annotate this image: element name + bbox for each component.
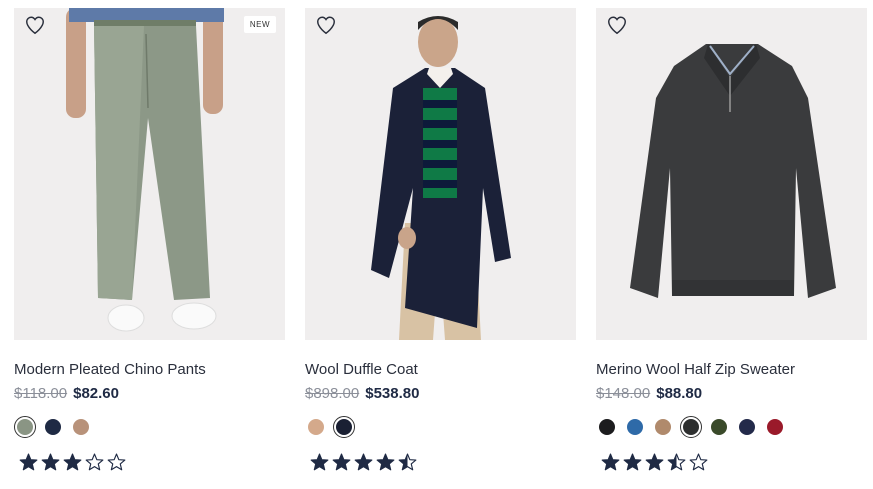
swatch-color (711, 419, 727, 435)
color-swatch[interactable] (596, 416, 618, 438)
star-rating (18, 452, 285, 472)
sale-price: $88.80 (656, 385, 703, 402)
color-swatches (305, 416, 576, 438)
swatch-color (599, 419, 615, 435)
product-image[interactable]: NEW (14, 8, 285, 340)
product-name[interactable]: Modern Pleated Chino Pants (14, 361, 285, 378)
sale-price: $538.80 (365, 385, 420, 402)
sale-price: $82.60 (73, 385, 119, 402)
swatch-color (336, 419, 352, 435)
star-icon (19, 453, 38, 471)
heart-outline-icon[interactable] (315, 14, 337, 36)
price-row: $118.00 $82.60 (14, 385, 285, 402)
star-icon (310, 453, 329, 471)
product-grid: NEW Modern Pleated Chino Pants $118.00 $8… (0, 0, 873, 489)
color-swatch[interactable] (333, 416, 355, 438)
star-icon (354, 453, 373, 471)
swatch-color (683, 419, 699, 435)
color-swatches (596, 416, 867, 438)
star-rating (600, 452, 867, 472)
star-icon (398, 453, 417, 471)
product-card[interactable]: Merino Wool Half Zip Sweater $148.00 $88.… (596, 8, 867, 472)
star-icon (85, 453, 104, 471)
swatch-color (17, 419, 33, 435)
swatch-color (627, 419, 643, 435)
swatch-color (739, 419, 755, 435)
sweater-image (596, 8, 867, 340)
swatch-color (655, 419, 671, 435)
original-price: $148.00 (596, 385, 651, 402)
star-icon (376, 453, 395, 471)
star-icon (107, 453, 126, 471)
color-swatch[interactable] (14, 416, 36, 438)
product-image[interactable] (596, 8, 867, 340)
star-icon (41, 453, 60, 471)
price-row: $898.00 $538.80 (305, 385, 576, 402)
original-price: $118.00 (14, 385, 68, 402)
product-name[interactable]: Wool Duffle Coat (305, 361, 576, 378)
product-name[interactable]: Merino Wool Half Zip Sweater (596, 361, 867, 378)
swatch-color (73, 419, 89, 435)
color-swatch[interactable] (680, 416, 702, 438)
color-swatch[interactable] (708, 416, 730, 438)
color-swatch[interactable] (764, 416, 786, 438)
color-swatches (14, 416, 285, 438)
product-card[interactable]: Wool Duffle Coat $898.00 $538.80 (305, 8, 576, 472)
coat-image (305, 8, 576, 340)
swatch-color (767, 419, 783, 435)
star-icon (63, 453, 82, 471)
original-price: $898.00 (305, 385, 360, 402)
new-badge: NEW (243, 16, 276, 33)
color-swatch[interactable] (42, 416, 64, 438)
heart-outline-icon[interactable] (606, 14, 628, 36)
star-icon (601, 453, 620, 471)
color-swatch[interactable] (305, 416, 327, 438)
color-swatch[interactable] (652, 416, 674, 438)
color-swatch[interactable] (736, 416, 758, 438)
price-row: $148.00 $88.80 (596, 385, 867, 402)
color-swatch[interactable] (70, 416, 92, 438)
product-image[interactable] (305, 8, 576, 340)
star-rating (309, 452, 576, 472)
heart-outline-icon[interactable] (24, 14, 46, 36)
star-icon (667, 453, 686, 471)
star-icon (332, 453, 351, 471)
star-icon (645, 453, 664, 471)
product-card[interactable]: NEW Modern Pleated Chino Pants $118.00 $8… (14, 8, 285, 472)
star-icon (689, 453, 708, 471)
pants-image (14, 8, 285, 340)
swatch-color (45, 419, 61, 435)
color-swatch[interactable] (624, 416, 646, 438)
swatch-color (308, 419, 324, 435)
star-icon (623, 453, 642, 471)
